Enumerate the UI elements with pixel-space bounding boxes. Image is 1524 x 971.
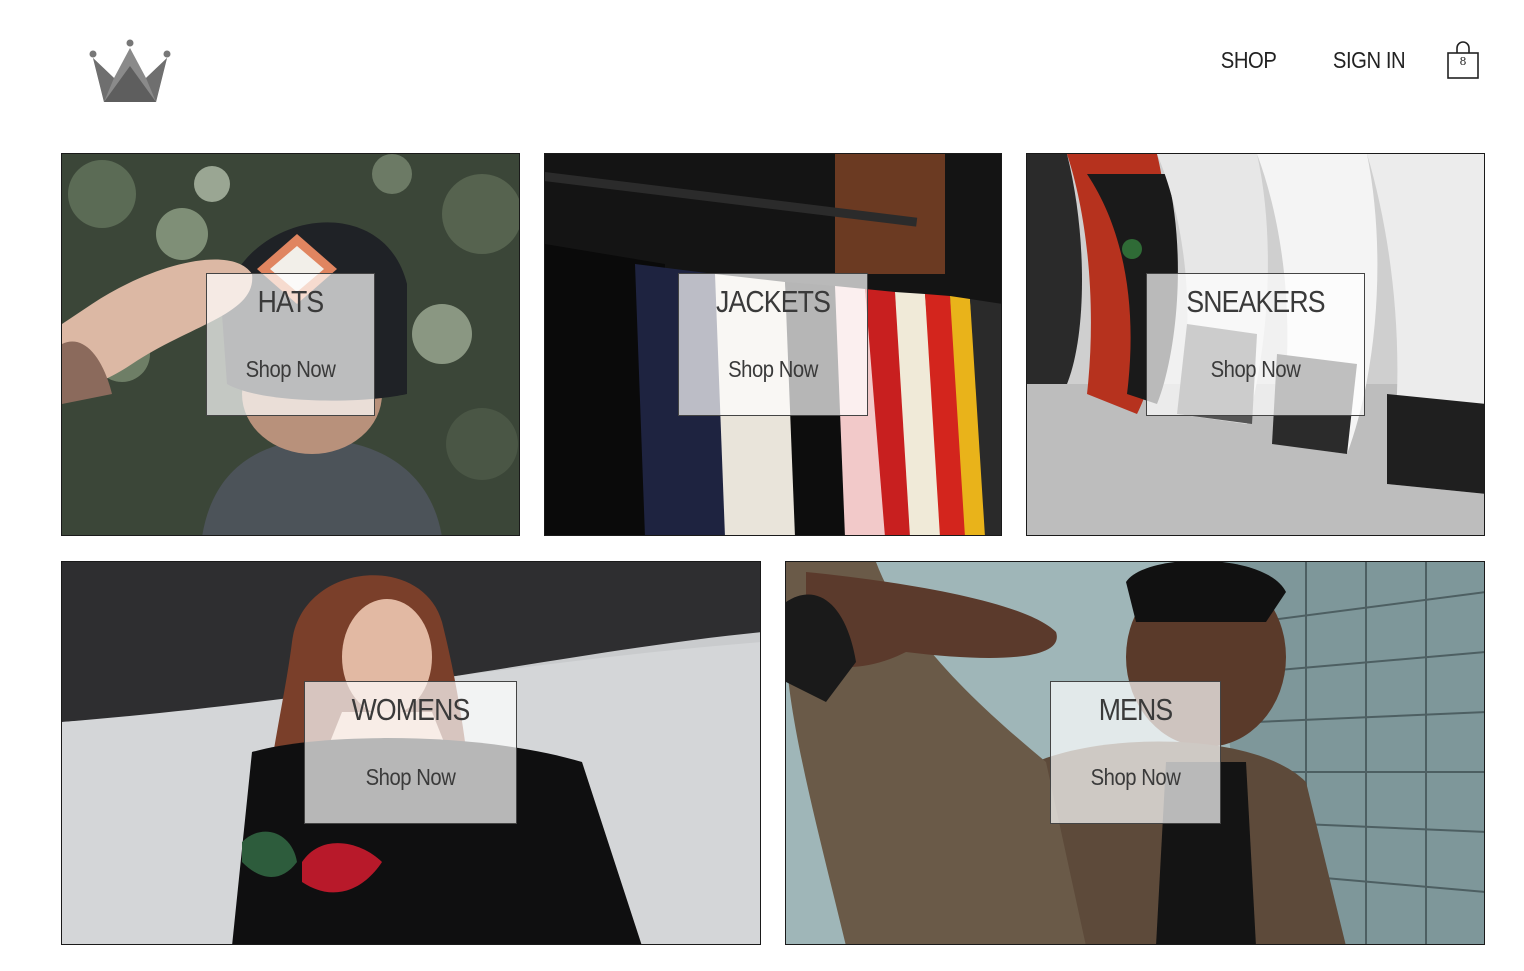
category-title: JACKETS [716, 284, 831, 319]
category-tile-womens[interactable]: WOMENS Shop Now [61, 561, 761, 945]
shop-now-link[interactable]: Shop Now [1160, 356, 1351, 383]
category-tile-hats[interactable]: HATS Shop Now [61, 153, 520, 536]
category-tile-jackets[interactable]: JACKETS Shop Now [544, 153, 1002, 536]
shop-now-link[interactable]: Shop Now [318, 764, 504, 791]
category-label-box[interactable]: SNEAKERS Shop Now [1146, 273, 1365, 416]
cart-count: 8 [1459, 55, 1467, 68]
cart-button[interactable]: 8 [1446, 40, 1480, 80]
category-title: MENS [1098, 692, 1173, 727]
category-label-box[interactable]: MENS Shop Now [1050, 681, 1221, 824]
nav-sign-in-link[interactable]: SIGN IN [1333, 47, 1406, 74]
category-label-box[interactable]: WOMENS Shop Now [304, 681, 517, 824]
shop-now-link[interactable]: Shop Now [217, 356, 364, 383]
nav-shop-link[interactable]: SHOP [1220, 47, 1276, 74]
shop-now-link[interactable]: Shop Now [1061, 764, 1210, 791]
category-label-box[interactable]: HATS Shop Now [206, 273, 375, 416]
category-label-box[interactable]: JACKETS Shop Now [678, 273, 868, 416]
category-title: HATS [257, 284, 325, 319]
category-title: WOMENS [351, 692, 471, 727]
crown-icon[interactable] [84, 36, 176, 108]
header: SHOP SIGN IN 8 [0, 0, 1524, 130]
category-tile-mens[interactable]: MENS Shop Now [785, 561, 1485, 945]
main-nav: SHOP SIGN IN 8 [1169, 40, 1480, 80]
category-title: SNEAKERS [1186, 284, 1325, 319]
category-tile-sneakers[interactable]: SNEAKERS Shop Now [1026, 153, 1485, 536]
shop-now-link[interactable]: Shop Now [690, 356, 855, 383]
